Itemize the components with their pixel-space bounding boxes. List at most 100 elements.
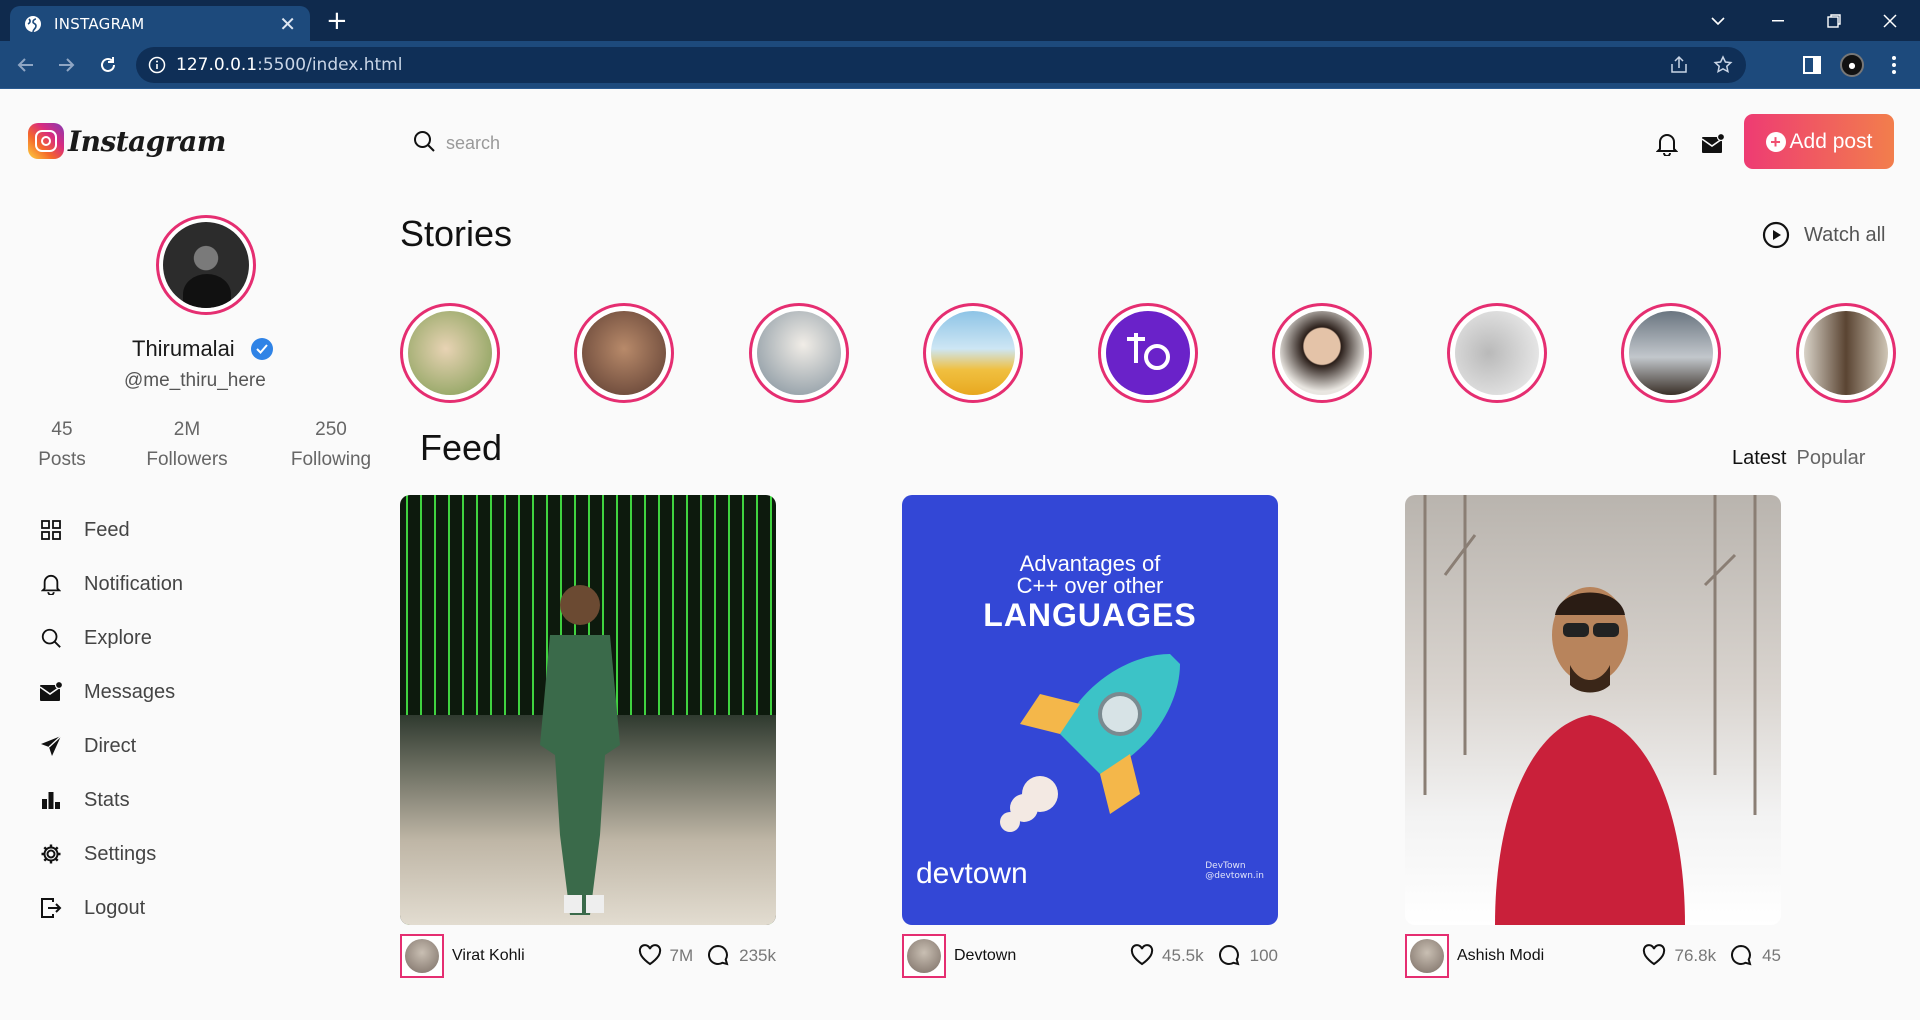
sidebar-menu: Feed Notification Explore Messages Direc… xyxy=(38,503,183,935)
bar-chart-icon xyxy=(38,787,64,813)
image-headline-bold: LANGUAGES xyxy=(983,597,1197,633)
post-image[interactable]: Advantages of C++ over other LANGUAGES d… xyxy=(902,495,1278,925)
restore-button[interactable] xyxy=(1806,0,1862,41)
add-post-label: Add post xyxy=(1789,129,1873,153)
profile-name: Thirumalai xyxy=(132,336,235,361)
small-line: @devtown.in xyxy=(1205,871,1264,881)
send-icon xyxy=(38,733,64,759)
info-icon[interactable] xyxy=(148,56,166,74)
heart-icon[interactable] xyxy=(1130,943,1154,968)
post-author[interactable]: Ashish Modi xyxy=(1457,947,1628,965)
rocket-icon xyxy=(1000,654,1180,832)
forward-icon[interactable] xyxy=(54,53,78,77)
feed-post: Advantages of C++ over other LANGUAGES d… xyxy=(902,495,1278,978)
post-image[interactable] xyxy=(1405,495,1781,925)
new-tab-button[interactable]: + xyxy=(326,6,348,36)
stat-label: Followers xyxy=(146,449,228,470)
tab-popular[interactable]: Popular xyxy=(1796,447,1865,469)
play-circle-icon xyxy=(1762,221,1790,249)
sidebar-item-settings[interactable]: Settings xyxy=(38,827,183,881)
url-path: :5500/index.html xyxy=(257,55,403,75)
kebab-menu-icon[interactable] xyxy=(1882,53,1906,77)
search-icon xyxy=(38,625,64,651)
story-avatar[interactable] xyxy=(1621,303,1721,403)
sidebar-item-explore[interactable]: Explore xyxy=(38,611,183,665)
close-tab-icon[interactable]: ✕ xyxy=(279,12,296,36)
sidebar-item-stats[interactable]: Stats xyxy=(38,773,183,827)
globe-icon xyxy=(24,15,42,33)
image-headline: Advantages of xyxy=(1019,551,1161,576)
story-avatar[interactable] xyxy=(400,303,500,403)
post-author-avatar[interactable] xyxy=(902,933,946,978)
devtown-small-text: DevTown @devtown.in xyxy=(1205,861,1264,881)
mail-icon[interactable] xyxy=(1700,131,1726,157)
bell-icon[interactable] xyxy=(1654,131,1680,157)
add-post-button[interactable]: + Add post xyxy=(1744,114,1894,169)
post-author-avatar[interactable] xyxy=(1405,933,1449,978)
sidebar-item-logout[interactable]: Logout xyxy=(38,881,183,935)
tab-search-icon[interactable] xyxy=(1690,0,1746,41)
profile-avatar[interactable] xyxy=(156,215,256,315)
logout-icon xyxy=(38,895,64,921)
sidebar-item-label: Settings xyxy=(84,842,157,865)
url-host: 127.0.0.1 xyxy=(176,55,258,75)
comment-icon[interactable] xyxy=(707,944,731,968)
post-image[interactable] xyxy=(400,495,776,925)
story-avatar[interactable] xyxy=(749,303,849,403)
back-icon[interactable] xyxy=(14,53,38,77)
url-field[interactable]: 127.0.0.1:5500/index.html xyxy=(136,47,1746,83)
image-headline: C++ over other xyxy=(1016,573,1164,598)
url-text: 127.0.0.1:5500/index.html xyxy=(176,55,1646,75)
person-figure xyxy=(540,585,620,915)
profile-name-row: Thirumalai xyxy=(132,336,273,362)
profile-handle: @me_thiru_here xyxy=(124,370,266,391)
tab-latest[interactable]: Latest xyxy=(1732,447,1786,469)
stat-value: 250 xyxy=(315,419,347,440)
comment-icon[interactable] xyxy=(1730,944,1754,968)
sidepanel-icon[interactable] xyxy=(1800,53,1824,77)
post-author-avatar[interactable] xyxy=(400,933,444,978)
gear-icon xyxy=(38,841,64,867)
sidebar-item-messages[interactable]: Messages xyxy=(38,665,183,719)
story-avatar[interactable] xyxy=(1272,303,1372,403)
search-input[interactable] xyxy=(446,132,846,154)
verified-badge-icon xyxy=(250,338,273,360)
stat-followers: 2M Followers xyxy=(144,419,230,471)
post-author[interactable]: Devtown xyxy=(954,947,1116,965)
story-avatar[interactable] xyxy=(574,303,674,403)
minimize-button[interactable] xyxy=(1750,0,1806,41)
heart-icon[interactable] xyxy=(1642,943,1666,968)
comment-count: 45 xyxy=(1762,945,1781,965)
share-icon[interactable] xyxy=(1668,54,1690,76)
watch-all-button[interactable]: Watch all xyxy=(1762,221,1886,249)
profile-avatar-icon[interactable]: ● xyxy=(1840,53,1864,77)
comment-icon[interactable] xyxy=(1218,944,1242,968)
sidebar-item-label: Messages xyxy=(84,680,176,703)
search-bar xyxy=(412,129,846,157)
sidebar-item-direct[interactable]: Direct xyxy=(38,719,183,773)
sidebar-item-feed[interactable]: Feed xyxy=(38,503,183,557)
watch-all-label: Watch all xyxy=(1804,223,1886,246)
devtown-brand: devtown xyxy=(916,857,1028,890)
story-avatar[interactable] xyxy=(1098,303,1198,403)
browser-titlebar: INSTAGRAM ✕ + xyxy=(0,0,1920,41)
like-count: 76.8k xyxy=(1674,945,1717,965)
bookmark-star-icon[interactable] xyxy=(1712,54,1734,76)
story-avatar[interactable] xyxy=(1796,303,1896,403)
instagram-logo[interactable]: Instagram xyxy=(28,123,226,159)
browser-tab[interactable]: INSTAGRAM ✕ xyxy=(10,6,310,41)
stories-title: Stories xyxy=(400,213,513,254)
reload-icon[interactable] xyxy=(96,53,120,77)
sidebar-item-notification[interactable]: Notification xyxy=(38,557,183,611)
stat-label: Following xyxy=(290,449,372,470)
to-logo-icon xyxy=(1127,333,1170,370)
story-avatar[interactable] xyxy=(1447,303,1547,403)
comment-count: 100 xyxy=(1249,945,1278,965)
address-bar: 127.0.0.1:5500/index.html ● xyxy=(0,41,1920,89)
logo-text: Instagram xyxy=(68,124,226,158)
post-author[interactable]: Virat Kohli xyxy=(452,947,624,965)
close-window-button[interactable] xyxy=(1862,0,1918,41)
story-avatar[interactable] xyxy=(923,303,1023,403)
feed-post: Ashish Modi 76.8k 45 xyxy=(1405,495,1781,978)
heart-icon[interactable] xyxy=(638,943,662,968)
